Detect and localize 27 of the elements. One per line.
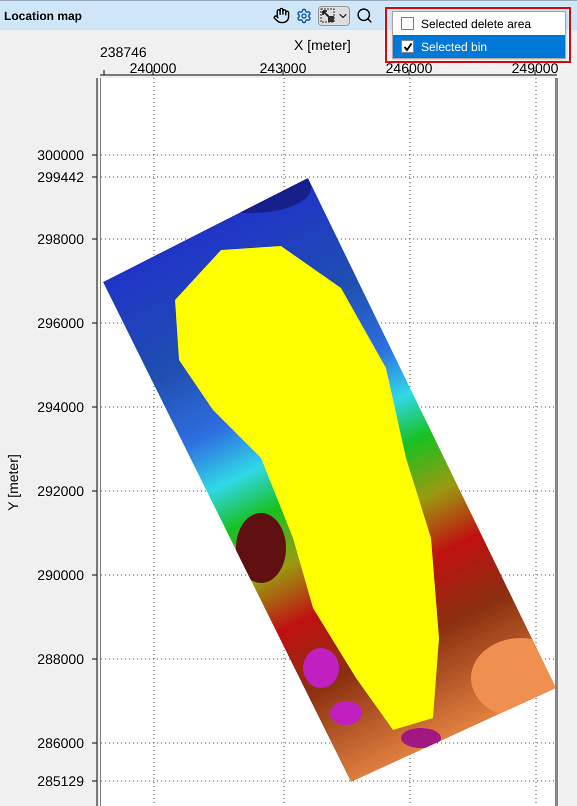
checkbox[interactable] — [401, 40, 414, 53]
panel-title: Location map — [4, 8, 82, 24]
settings-icon[interactable] — [296, 8, 312, 24]
y-tick-label: 300000 — [37, 148, 84, 162]
menu-item[interactable]: Selected delete area — [393, 12, 565, 35]
menu-item[interactable]: Selected bin — [393, 35, 565, 58]
y-tick-label: 296000 — [37, 316, 84, 330]
y-tick-label: 294000 — [37, 400, 84, 414]
y-tick-label: 288000 — [37, 652, 84, 666]
y-axis-title: Y [meter] — [4, 454, 22, 511]
y-tick-label: 286000 — [37, 736, 84, 750]
checkbox[interactable] — [401, 17, 414, 30]
y-tick-label: 292000 — [37, 484, 84, 498]
x-tick-label: 243000 — [260, 59, 306, 78]
x-tick-label: 240000 — [130, 59, 176, 78]
x-tick-label: 246000 — [386, 59, 432, 78]
select-tool-button[interactable] — [318, 6, 350, 26]
y-tick-label: 298000 — [37, 232, 84, 246]
search-icon[interactable] — [356, 7, 373, 24]
y-tick-label: 290000 — [37, 568, 84, 582]
select-region-icon — [319, 6, 337, 24]
x-tick-label: 249000 — [512, 59, 558, 78]
y-tick-label: 285129 — [37, 774, 84, 788]
hand-icon[interactable] — [273, 7, 290, 24]
y-tick-label: 299442 — [37, 170, 84, 184]
x-tick-label: 238746 — [100, 43, 147, 62]
x-axis-title: X [meter] — [294, 36, 351, 55]
